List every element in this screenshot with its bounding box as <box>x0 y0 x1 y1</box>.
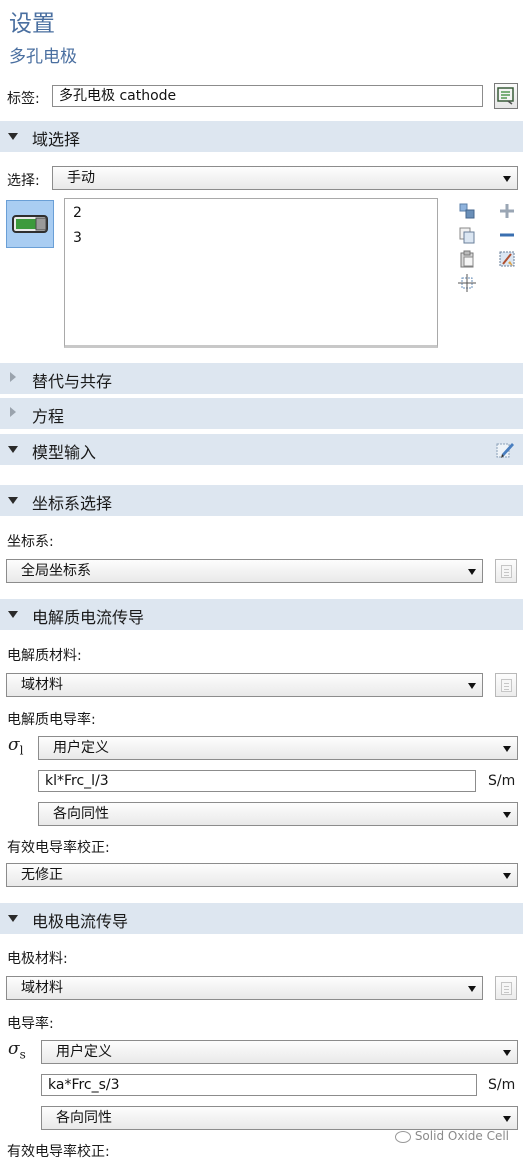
chevron-down-icon <box>468 569 476 575</box>
electrolyte-material-value: 域材料 <box>21 677 63 693</box>
chevron-down-icon <box>503 176 511 182</box>
section-equation[interactable]: 方程 <box>0 398 523 429</box>
section-electrolyte-current[interactable]: 电解质电流传导 <box>0 599 523 630</box>
electrode-conductivity-unit: S/m <box>488 1077 516 1093</box>
collapse-triangle-icon <box>8 446 18 453</box>
coordinate-system-label: 坐标系: <box>7 534 54 550</box>
toggle-switch-icon <box>12 215 48 233</box>
document-icon <box>501 982 512 995</box>
chevron-down-icon <box>503 1050 511 1056</box>
electrolyte-correction-value: 无修正 <box>21 867 63 883</box>
watermark: Solid Oxide Cell <box>394 1129 509 1143</box>
document-icon <box>501 565 512 578</box>
label-field-label: 标签: <box>7 91 40 107</box>
copy-selection-icon[interactable] <box>458 226 476 244</box>
active-selection-toggle[interactable] <box>6 200 54 248</box>
expand-triangle-icon <box>10 407 16 417</box>
chevron-down-icon <box>468 683 476 689</box>
electrode-material-settings-button[interactable] <box>495 976 517 1000</box>
electrolyte-conductivity-label: 电解质电导率: <box>7 712 96 728</box>
section-coordinate-system[interactable]: 坐标系选择 <box>0 485 523 516</box>
watermark-text: Solid Oxide Cell <box>414 1129 509 1143</box>
sigma-s-symbol: σs <box>8 1039 26 1061</box>
coordinate-system-settings-button[interactable] <box>495 559 517 583</box>
selection-listbox[interactable]: 2 3 <box>64 198 438 348</box>
model-input-edit-icon[interactable] <box>495 440 515 460</box>
section-title: 电极电流传导 <box>32 912 129 931</box>
electrolyte-anisotropy-value: 各向同性 <box>53 806 109 822</box>
chevron-down-icon <box>503 873 511 879</box>
electrolyte-conductivity-mode-value: 用户定义 <box>53 740 109 756</box>
collapse-triangle-icon <box>8 497 18 504</box>
collapse-triangle-icon <box>8 133 18 140</box>
electrolyte-material-dropdown[interactable]: 域材料 <box>6 673 483 697</box>
zoom-to-selection-icon[interactable] <box>458 274 476 292</box>
electrode-conductivity-expression[interactable]: ka*Frc_s/3 <box>41 1074 477 1096</box>
section-title: 电解质电流传导 <box>32 608 145 627</box>
electrolyte-conductivity-mode-dropdown[interactable]: 用户定义 <box>38 736 518 760</box>
symbol-subscript: s <box>19 1047 26 1062</box>
electrolyte-conductivity-expression[interactable]: kl*Frc_l/3 <box>38 770 476 792</box>
electrode-anisotropy-dropdown[interactable]: 各向同性 <box>41 1106 518 1130</box>
section-title: 方程 <box>32 407 65 426</box>
add-to-selection-icon[interactable] <box>458 202 476 220</box>
chevron-down-icon <box>503 746 511 752</box>
list-item[interactable]: 3 <box>73 230 82 246</box>
coordinate-system-dropdown[interactable]: 全局坐标系 <box>6 559 483 583</box>
expand-triangle-icon <box>10 372 16 382</box>
electrode-conductivity-mode-value: 用户定义 <box>56 1044 112 1060</box>
electrode-correction-label: 有效电导率校正: <box>7 1144 110 1160</box>
plus-icon[interactable] <box>498 202 516 220</box>
section-model-input[interactable]: 模型输入 <box>0 434 523 465</box>
symbol-sigma: σ <box>8 1039 20 1059</box>
symbol-sigma: σ <box>8 735 20 755</box>
page-title: 设置 <box>9 11 55 37</box>
page-subtitle: 多孔电极 <box>9 47 77 67</box>
section-electrode-current[interactable]: 电极电流传导 <box>0 903 523 934</box>
wechat-icon <box>394 1130 411 1143</box>
electrolyte-correction-label: 有效电导率校正: <box>7 840 110 856</box>
section-domain-selection[interactable]: 域选择 <box>0 121 523 152</box>
section-title: 域选择 <box>32 130 81 149</box>
electrode-anisotropy-value: 各向同性 <box>56 1110 112 1126</box>
electrode-material-dropdown[interactable]: 域材料 <box>6 976 483 1000</box>
list-item[interactable]: 2 <box>73 205 82 221</box>
section-title: 模型输入 <box>32 443 97 462</box>
electrode-conductivity-mode-dropdown[interactable]: 用户定义 <box>41 1040 518 1064</box>
selection-dropdown[interactable]: 手动 <box>52 166 518 190</box>
selection-dropdown-value: 手动 <box>67 170 95 186</box>
electrolyte-material-label: 电解质材料: <box>7 648 82 664</box>
clear-selection-icon[interactable] <box>498 250 516 268</box>
label-input[interactable]: 多孔电极 cathode <box>52 85 483 107</box>
chevron-down-icon <box>468 986 476 992</box>
electrolyte-conductivity-unit: S/m <box>488 773 516 789</box>
section-alternatives[interactable]: 替代与共存 <box>0 363 523 394</box>
coordinate-system-value: 全局坐标系 <box>21 563 91 579</box>
section-title: 坐标系选择 <box>32 494 113 513</box>
edit-label-icon <box>497 87 514 105</box>
paste-selection-icon[interactable] <box>458 250 476 268</box>
electrolyte-correction-dropdown[interactable]: 无修正 <box>6 863 518 887</box>
document-icon <box>501 679 512 692</box>
collapse-triangle-icon <box>8 611 18 618</box>
collapse-triangle-icon <box>8 915 18 922</box>
sigma-l-symbol: σl <box>8 735 23 757</box>
chevron-down-icon <box>503 812 511 818</box>
edit-label-button[interactable] <box>494 83 518 109</box>
chevron-down-icon <box>503 1116 511 1122</box>
electrode-conductivity-label: 电导率: <box>7 1016 54 1032</box>
section-title: 替代与共存 <box>32 372 113 391</box>
minus-icon[interactable] <box>498 226 516 244</box>
electrode-material-value: 域材料 <box>21 980 63 996</box>
electrolyte-material-settings-button[interactable] <box>495 673 517 697</box>
electrode-material-label: 电极材料: <box>7 951 68 967</box>
selection-label: 选择: <box>7 173 40 189</box>
electrolyte-anisotropy-dropdown[interactable]: 各向同性 <box>38 802 518 826</box>
symbol-subscript: l <box>19 743 24 758</box>
